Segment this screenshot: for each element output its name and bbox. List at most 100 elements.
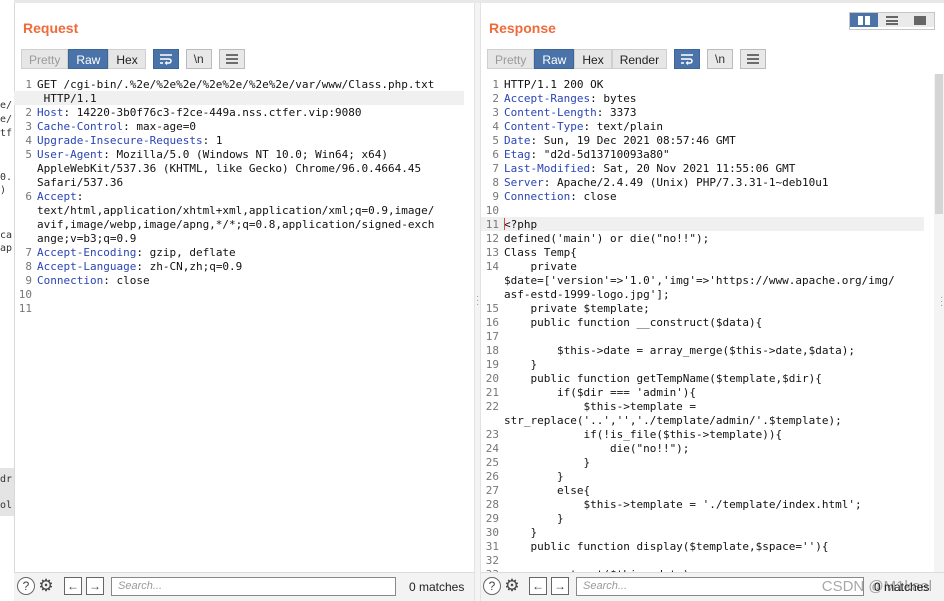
split-vertical-icon[interactable]: [878, 13, 906, 27]
response-toolbar: Pretty Raw Hex Render \n: [487, 49, 767, 69]
arrow-left-icon[interactable]: ←: [529, 577, 547, 595]
code-line: Cache-Control: max-age=0: [37, 120, 196, 133]
hamburger-icon[interactable]: [218, 49, 245, 69]
code-line: public function display($template,$space…: [504, 540, 828, 553]
header-name: Accept-Encoding: [37, 246, 137, 259]
code-line: Date: Sun, 19 Dec 2021 08:57:46 GMT: [504, 134, 736, 147]
code-line: avif,image/webp,image/apng,*/*;q=0.8,app…: [37, 218, 434, 231]
request-search-input[interactable]: Search...: [111, 577, 396, 596]
line-number: 20: [485, 372, 499, 385]
code-line: }: [504, 456, 590, 469]
scrollbar-thumb[interactable]: [935, 74, 943, 214]
code-line: }: [504, 358, 537, 371]
help-icon[interactable]: ?: [483, 577, 501, 595]
request-editor[interactable]: 1 GET /cgi-bin/.%2e/%2e%2e/%2e%2e/%2e%2e/…: [14, 74, 474, 573]
gear-icon[interactable]: ⚙: [503, 576, 521, 595]
gear-icon[interactable]: ⚙: [37, 576, 55, 595]
line-number: 6: [492, 148, 499, 161]
single-pane-icon[interactable]: [906, 13, 934, 27]
request-matches-count: 0 matches: [409, 580, 465, 594]
code-text: : bytes: [590, 92, 637, 105]
response-tab-hex[interactable]: Hex: [574, 49, 612, 69]
code-line: ange;v=b3;q=0.9: [37, 232, 136, 245]
code-line: }: [504, 512, 564, 525]
code-text: }: [504, 526, 538, 539]
response-title: Response: [489, 20, 556, 36]
layout-toggle-group: [849, 12, 935, 30]
csdn-watermark: CSDN @M1kael: [821, 578, 932, 595]
cropped-text-fragment: ol: [0, 500, 13, 511]
code-line: Accept-Ranges: bytes: [504, 92, 636, 105]
wrap-lines-icon[interactable]: [152, 49, 179, 69]
newline-label: \n: [193, 52, 204, 66]
cropped-text-fragment: dr: [0, 474, 13, 485]
arrow-left-icon[interactable]: ←: [64, 577, 82, 595]
line-number: 10: [485, 204, 499, 217]
line-number: 9: [25, 274, 32, 287]
response-tab-render[interactable]: Render: [611, 49, 668, 69]
line-number: 4: [492, 120, 499, 133]
line-number: 12: [485, 232, 499, 245]
request-tab-pretty[interactable]: Pretty: [21, 49, 69, 69]
line-number: 29: [485, 512, 499, 525]
response-tab-pretty[interactable]: Pretty: [487, 49, 535, 69]
request-pane: Request Pretty Raw Hex \n 1 GET /cgi-bin/…: [14, 3, 474, 601]
request-tab-raw[interactable]: Raw: [68, 49, 109, 69]
code-text: }: [504, 470, 564, 483]
request-search-bar: ? ⚙ ← → Search... 0 matches: [14, 572, 474, 601]
arrow-right-icon[interactable]: →: [551, 577, 569, 595]
code-line: Connection: close: [37, 274, 150, 287]
code-text: $this->template =: [504, 400, 697, 413]
code-text: asf-estd-1999-logo.jpg'];: [504, 288, 670, 301]
response-tab-raw[interactable]: Raw: [534, 49, 575, 69]
code-line: <?php: [504, 218, 537, 231]
header-name: Date: [504, 134, 531, 147]
wrap-lines-icon[interactable]: [674, 49, 701, 69]
code-line: Server: Apache/2.4.49 (Unix) PHP/7.3.31-…: [504, 176, 829, 189]
code-text: : 3373: [596, 106, 637, 119]
code-text: : text/plain: [583, 120, 663, 133]
code-text: public function __construct($data){: [504, 316, 763, 329]
line-number: 17: [485, 330, 499, 343]
line-number: 27: [485, 484, 499, 497]
help-icon[interactable]: ?: [17, 577, 35, 595]
request-tab-hex[interactable]: Hex: [108, 49, 146, 69]
line-number: 10: [18, 288, 32, 301]
response-scrollbar[interactable]: [934, 74, 944, 573]
split-horizontal-icon[interactable]: [850, 13, 878, 27]
line-number: 7: [25, 246, 32, 259]
arrow-right-icon[interactable]: →: [86, 577, 104, 595]
hamburger-icon[interactable]: [740, 49, 767, 69]
code-text: : gzip, deflate: [136, 246, 236, 259]
code-text: HTTP/1.1: [37, 92, 97, 105]
newline-toggle-button[interactable]: \n: [185, 49, 212, 69]
code-text: :: [76, 190, 84, 203]
pane-divider[interactable]: · · ·: [474, 3, 481, 601]
header-name: Host: [37, 106, 64, 119]
code-line: Accept-Language: zh-CN,zh;q=0.9: [37, 260, 242, 273]
cropped-text-fragment: tf: [0, 128, 13, 139]
line-number: 3: [492, 106, 499, 119]
line-number: 14: [485, 260, 499, 273]
code-line: str_replace('..','','./template/admin/'.…: [504, 414, 842, 427]
line-number: 11: [18, 302, 32, 315]
code-text: avif,image/webp,image/apng,*/*;q=0.8,app…: [37, 218, 435, 231]
response-editor[interactable]: 1 HTTP/1.1 200 OK 2 Accept-Ranges: bytes 3 Co…: [481, 74, 934, 573]
code-text: : Sun, 19 Dec 2021 08:57:46 GMT: [530, 134, 736, 147]
code-text: : zh-CN,zh;q=0.9: [136, 260, 243, 273]
line-number: 19: [485, 358, 499, 371]
code-text: private: [504, 260, 577, 273]
line-number: 13: [485, 246, 499, 259]
header-name: User-Agent: [37, 148, 104, 161]
code-text: }: [504, 512, 564, 525]
line-number: 4: [25, 134, 32, 147]
code-text: : 14220-3b0f76c3-f2ce-449a.nss.ctfer.vip…: [63, 106, 362, 119]
line-number: 30: [485, 526, 499, 539]
code-line: HTTP/1.1: [37, 92, 97, 105]
line-number: 5: [492, 134, 499, 147]
code-line: HTTP/1.1 200 OK: [504, 78, 603, 91]
newline-toggle-button[interactable]: \n: [707, 49, 734, 69]
code-text: }: [504, 456, 591, 469]
header-name: Server: [504, 176, 544, 189]
code-line: asf-estd-1999-logo.jpg'];: [504, 288, 670, 301]
